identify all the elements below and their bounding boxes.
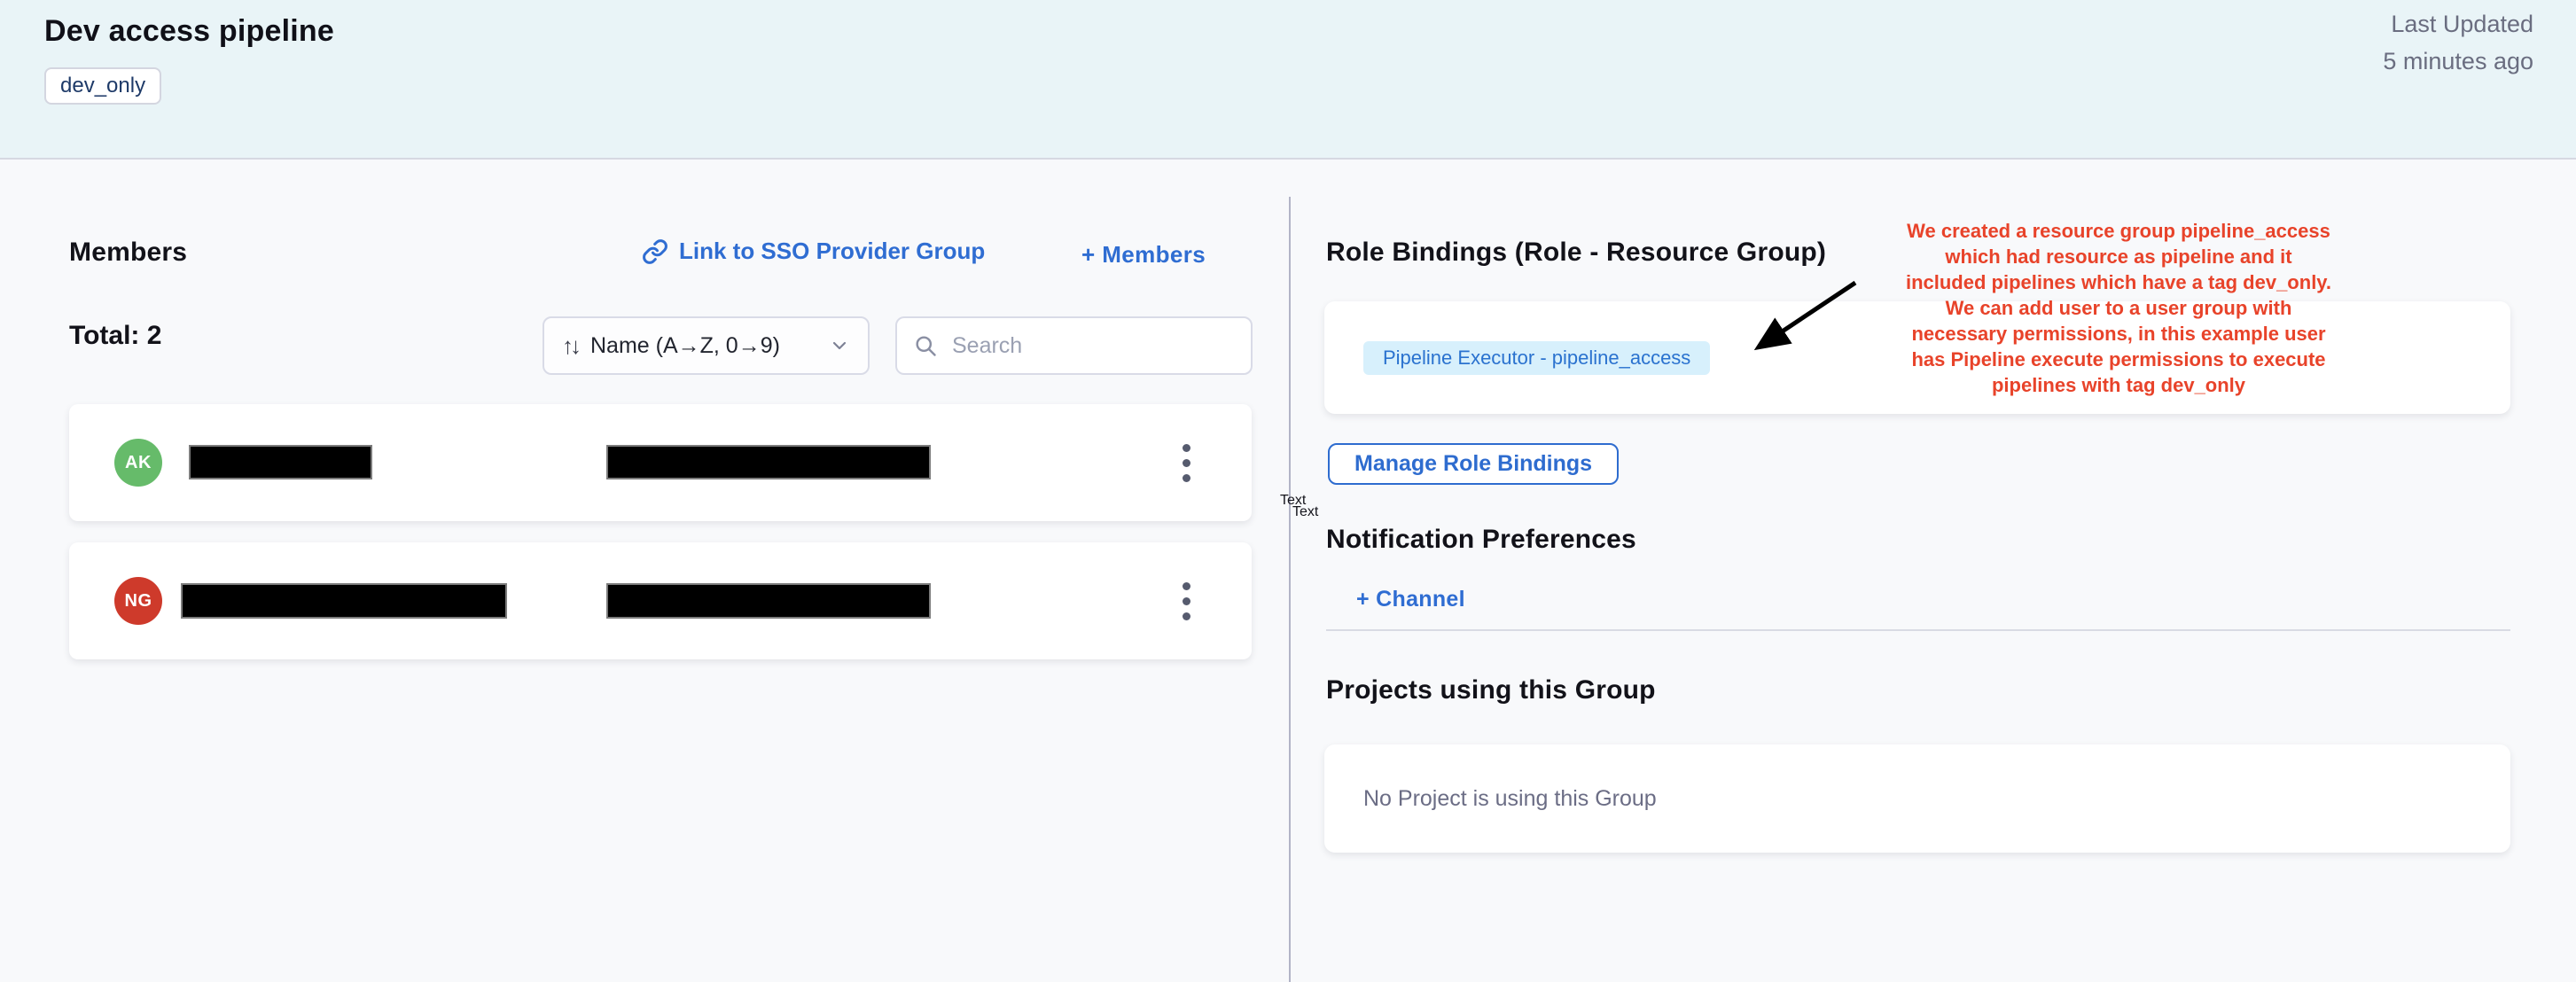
annotation-line: We can add user to a user group with: [1835, 295, 2402, 321]
add-members-button[interactable]: + Members: [1081, 241, 1206, 269]
page-title: Dev access pipeline: [44, 14, 334, 49]
projects-empty-message: No Project is using this Group: [1363, 786, 1657, 812]
projects-heading: Projects using this Group: [1326, 675, 1656, 705]
annotation-line: included pipelines which have a tag dev_…: [1835, 269, 2402, 295]
member-total-count: Total: 2: [69, 321, 161, 351]
chevron-down-icon: [829, 335, 850, 356]
role-binding-chip[interactable]: Pipeline Executor - pipeline_access: [1363, 341, 1710, 375]
link-icon: [642, 238, 668, 265]
link-sso-label: Link to SSO Provider Group: [679, 238, 985, 265]
group-tag: dev_only: [44, 67, 161, 105]
avatar: NG: [114, 577, 162, 625]
annotation-line: necessary permissions, in this example u…: [1835, 321, 2402, 347]
manage-role-bindings-button[interactable]: Manage Role Bindings: [1328, 443, 1619, 485]
redacted-name-bar: [181, 583, 507, 619]
section-divider: [1326, 629, 2510, 631]
sort-arrows-icon: ↑↓: [562, 332, 578, 360]
redacted-email-bar: [606, 445, 931, 479]
pane-divider: [1289, 197, 1291, 982]
annotation-line: We created a resource group pipeline_acc…: [1835, 218, 2402, 244]
kebab-menu-button[interactable]: [1167, 574, 1206, 627]
search-box: [895, 316, 1253, 375]
annotation-line: pipelines with tag dev_only: [1835, 372, 2402, 398]
search-input[interactable]: [950, 332, 1235, 360]
search-icon: [913, 333, 938, 358]
user-group-page: Dev access pipeline dev_only Last Update…: [0, 0, 2576, 982]
avatar: AK: [114, 439, 162, 487]
last-updated-value: 5 minutes ago: [2383, 43, 2533, 80]
role-bindings-heading: Role Bindings (Role - Resource Group): [1326, 238, 1826, 268]
page-header: Dev access pipeline dev_only Last Update…: [0, 0, 2576, 160]
redacted-email-bar: [606, 583, 931, 619]
sort-selected-option: Name (A→Z, 0→9): [590, 333, 780, 359]
last-updated: Last Updated 5 minutes ago: [2383, 5, 2533, 80]
redacted-name-bar: [189, 445, 372, 479]
stray-text-annotation: Text: [1292, 504, 1318, 520]
notification-preferences-heading: Notification Preferences: [1326, 525, 1636, 555]
annotation-line: has Pipeline execute permissions to exec…: [1835, 347, 2402, 372]
kebab-menu-button[interactable]: [1167, 436, 1206, 489]
member-row: AK: [69, 404, 1252, 521]
link-sso-provider-button[interactable]: Link to SSO Provider Group: [642, 238, 985, 265]
last-updated-label: Last Updated: [2383, 5, 2533, 43]
annotation-line: which had resource as pipeline and it: [1835, 244, 2402, 269]
annotation-note: We created a resource group pipeline_acc…: [1835, 218, 2402, 398]
projects-card: No Project is using this Group: [1324, 744, 2510, 853]
sort-dropdown[interactable]: ↑↓ Name (A→Z, 0→9): [543, 316, 870, 375]
add-channel-button[interactable]: + Channel: [1356, 587, 1465, 612]
members-heading: Members: [69, 238, 187, 268]
annotation-arrow-icon: [1737, 269, 1870, 366]
member-row: NG: [69, 542, 1252, 659]
